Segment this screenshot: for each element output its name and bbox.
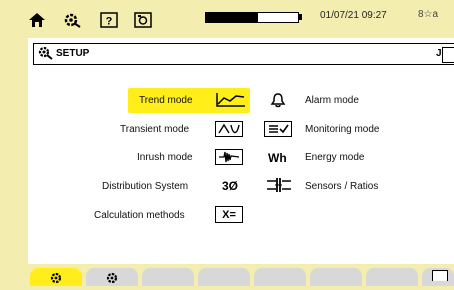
monitoring-icon <box>264 121 292 137</box>
tab-7[interactable] <box>366 268 418 286</box>
battery-indicator <box>205 12 299 23</box>
menu-item-energy-mode[interactable]: Energy mode <box>305 152 364 163</box>
menu-item-inrush-mode[interactable]: Inrush mode <box>137 152 193 163</box>
menu-item-transient-mode[interactable]: Transient mode <box>120 124 189 135</box>
setup-screen: ? 01/07/21 09:27 8☆a SETUP JOP12 Trend m… <box>0 0 454 286</box>
battery-tip <box>299 14 302 20</box>
gear-icon <box>48 271 64 290</box>
datetime: 01/07/21 09:27 <box>320 10 387 21</box>
gear-icon <box>104 271 120 290</box>
page-title: SETUP <box>56 48 90 59</box>
title-bar: SETUP JOP12 <box>33 43 454 65</box>
header-square-button[interactable] <box>442 47 454 63</box>
home-icon[interactable] <box>28 12 46 33</box>
tab-6[interactable] <box>310 268 362 286</box>
menu-item-trend-mode[interactable]: Trend mode <box>139 95 193 106</box>
setup-gear-icon <box>38 46 54 65</box>
svg-text:?: ? <box>106 16 113 28</box>
inrush-icon <box>215 149 243 165</box>
camera-icon[interactable] <box>134 12 152 33</box>
calculation-methods-icon-text: X= <box>222 208 236 221</box>
trend-icon <box>215 92 247 113</box>
menu-item-distribution-system[interactable]: Distribution System <box>102 181 188 192</box>
bell-icon <box>270 92 286 113</box>
menu-item-monitoring-mode[interactable]: Monitoring mode <box>305 124 379 135</box>
tab-8[interactable] <box>422 268 454 286</box>
setup-gear-icon[interactable] <box>64 12 82 33</box>
status-indicator-icons: 8☆a <box>418 9 439 20</box>
menu-item-alarm-mode[interactable]: Alarm mode <box>305 95 359 106</box>
tab-2[interactable] <box>86 268 138 286</box>
calculation-methods-icon: X= <box>215 206 243 223</box>
tab-5[interactable] <box>254 268 306 286</box>
transient-icon <box>215 121 243 137</box>
tab-4[interactable] <box>198 268 250 286</box>
tab-3[interactable] <box>142 268 194 286</box>
tab-1[interactable] <box>30 268 82 286</box>
energy-icon: Wh <box>268 151 287 165</box>
help-icon[interactable]: ? <box>100 12 118 33</box>
sensors-icon <box>266 177 292 198</box>
menu-item-calculation-methods[interactable]: Calculation methods <box>94 210 185 221</box>
battery-fill <box>206 13 258 22</box>
distribution-system-value: 3Ø <box>222 179 239 193</box>
tab-marker-icon <box>432 270 448 281</box>
menu-item-sensors-ratios[interactable]: Sensors / Ratios <box>305 181 378 192</box>
